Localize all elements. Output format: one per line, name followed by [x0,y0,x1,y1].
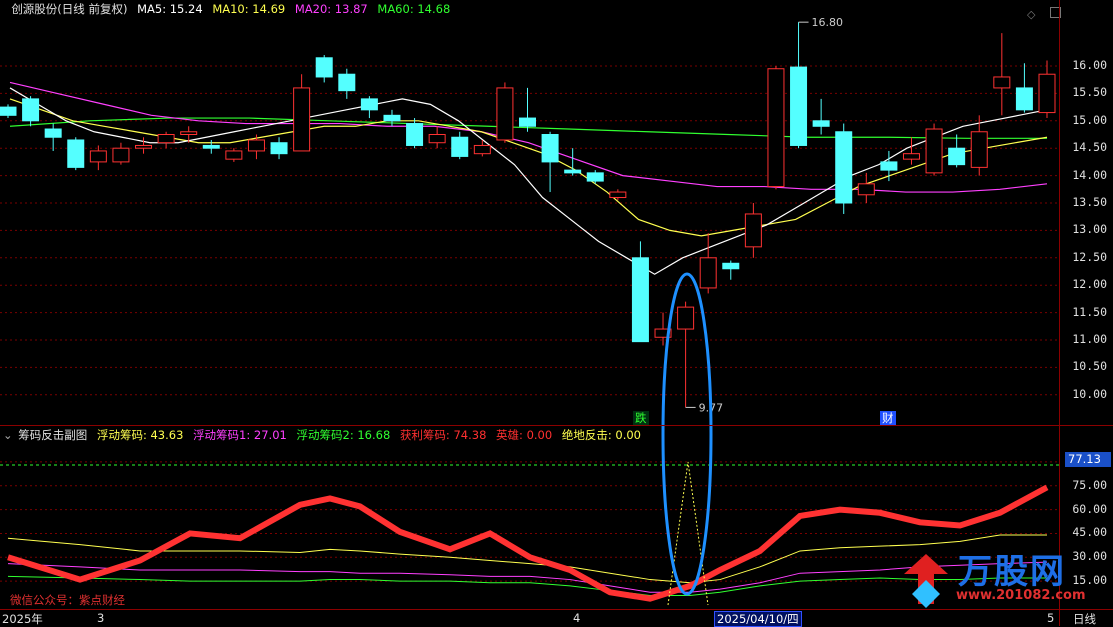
price-tick-label: 11.50 [1072,304,1107,319]
price-tick-label: 14.00 [1072,167,1107,182]
price-tick-label: 16.00 [1072,58,1107,72]
candle-down [451,136,469,157]
candle-down [360,98,378,111]
month-5-label: 5 [1047,611,1055,625]
current-value-badge: 77.13 [1065,452,1111,467]
candle-down [270,142,288,155]
candle-down [812,120,830,127]
candle-down [631,257,649,343]
candle-up [677,306,695,330]
candle-down [67,139,85,168]
daily-scale-label[interactable]: 日线 [1073,611,1096,627]
indicator-tick-label: 75.00 [1072,477,1107,492]
brand-logo: 万股网 www.201082.com [896,544,1086,608]
candle-up [135,144,153,149]
candle-up [857,183,875,196]
candle-up [428,134,446,144]
price-tick-label: 13.50 [1072,195,1107,209]
price-tick-label: 15.50 [1072,85,1107,100]
year-label: 2025年 [2,612,43,626]
price-tick-label: 14.50 [1072,140,1107,155]
bottom-divider [0,609,1113,610]
ma5-line [9,87,1048,275]
candle-down [722,262,740,270]
candle-down [406,123,424,146]
price-tick-label: 12.50 [1072,249,1107,264]
brand-name: 万股网 [958,552,1066,592]
panel-divider [0,425,1113,426]
indicator-tick-label: 45.00 [1072,525,1107,540]
candle-up [699,257,717,289]
candle-down [202,144,220,149]
indicator-tick-label: 30.00 [1072,549,1107,564]
candle-up [609,191,627,199]
candle-down [519,117,536,127]
indicator-tick-label: 15.00 [1072,573,1107,588]
candle-up [225,150,243,160]
kline-chart[interactable]: 16.809.77 [0,0,1060,626]
brand-arrow-icon [904,554,948,608]
month-3-label: 3 [97,611,105,625]
float-chips1-line [7,561,1048,593]
candle-up [180,131,198,135]
candle-up [925,128,943,174]
candle-up [993,76,1011,89]
candle-up [902,153,920,160]
cursor-date-label: 2025/04/10/四 [714,611,802,627]
candle-up [293,87,311,152]
candle-down [586,172,604,182]
price-tick-label: 11.00 [1072,332,1107,346]
candle-down [315,57,333,78]
high-label: 16.80 [812,16,844,29]
candle-down [564,169,582,174]
candle-down [541,134,559,163]
candle-down [948,147,966,166]
drop-tag: 跌 [633,411,649,425]
candle-down [0,106,17,116]
candle-up [1038,73,1056,114]
profit-chips-line [7,484,1049,602]
finance-tag: 财 [880,411,896,425]
wechat-watermark: 微信公众号：紫点财经 [10,593,125,607]
candle-up [496,87,514,141]
price-tick-label: 13.00 [1072,222,1107,237]
month-4-label: 4 [573,611,581,625]
candle-down [383,114,401,122]
price-tick-label: 12.00 [1072,277,1107,292]
indicator-tick-label: 60.00 [1072,501,1107,516]
candle-up [89,150,107,163]
candle-down [338,73,356,92]
candle-down [22,98,40,122]
candle-down [835,131,853,204]
price-tick-label: 10.50 [1072,359,1107,374]
candle-up [767,68,785,188]
candle-up [112,147,130,163]
candle-down [44,128,62,138]
candle-up [744,213,762,248]
brand-url: www.201082.com [956,588,1086,603]
candle-up [970,131,988,168]
price-tick-label: 10.00 [1072,386,1107,401]
candle-up [247,139,265,152]
candle-up [157,134,175,144]
candle-down [790,66,808,146]
candle-down [1015,87,1033,111]
price-tick-label: 15.00 [1072,112,1107,127]
candle-up [473,144,491,155]
candle-down [880,161,898,171]
float-chips2-line [7,575,1047,596]
